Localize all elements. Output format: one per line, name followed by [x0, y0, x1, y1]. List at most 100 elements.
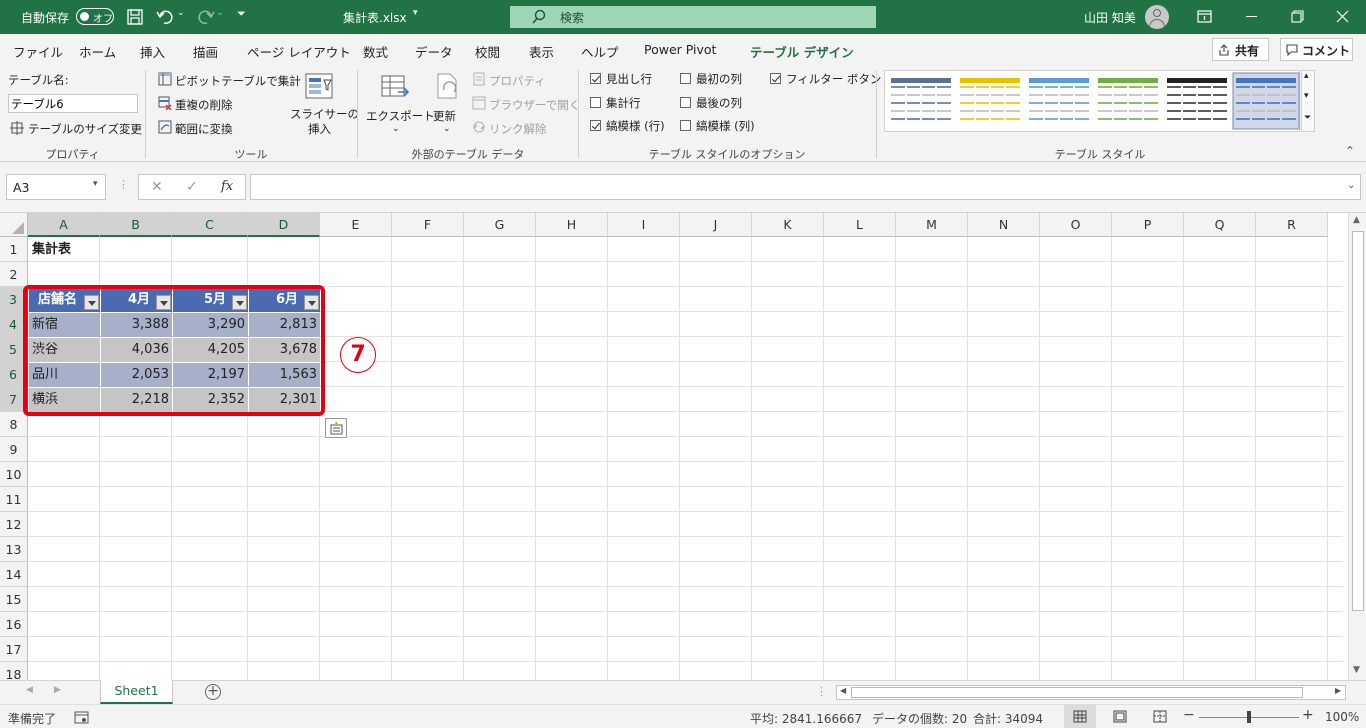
add-sheet-icon[interactable]: + [205, 684, 221, 700]
scroll-left-icon[interactable]: ◀ [840, 686, 846, 695]
collapse-ribbon-icon[interactable]: ⌃ [1345, 144, 1355, 158]
table-style-swatch[interactable] [1232, 72, 1300, 130]
header-row-checkbox[interactable]: 見出し行 [590, 71, 652, 87]
select-all-corner[interactable] [0, 213, 28, 237]
tab-power-pivot[interactable]: Power Pivot [644, 42, 716, 57]
quick-analysis-button[interactable] [325, 418, 347, 438]
column-header-k[interactable]: K [752, 213, 824, 237]
redo-dropdown-icon[interactable]: ⌄ [216, 8, 224, 18]
scroll-down-icon[interactable]: ▼ [1353, 665, 1360, 675]
row-header-17[interactable]: 17 [0, 637, 28, 662]
row-header-10[interactable]: 10 [0, 462, 28, 487]
customize-qat-icon[interactable]: ⏷ [237, 7, 246, 21]
column-header-l[interactable]: L [824, 213, 896, 237]
table-style-swatch[interactable] [891, 78, 951, 121]
horizontal-scrollbar[interactable]: ◀ ▶ [836, 685, 1346, 700]
column-header-q[interactable]: Q [1184, 213, 1256, 237]
column-header-e[interactable]: E [320, 213, 392, 237]
last-column-checkbox[interactable]: 最後の列 [680, 95, 742, 111]
row-header-13[interactable]: 13 [0, 537, 28, 562]
gallery-scroll[interactable]: ▴ ▾ ⏷ [1301, 70, 1315, 132]
column-header-o[interactable]: O [1040, 213, 1112, 237]
cancel-icon[interactable]: ✕ [151, 179, 163, 195]
tab-file[interactable]: ファイル [13, 42, 63, 61]
undo-icon[interactable] [156, 8, 176, 26]
file-name[interactable]: 集計表.xlsx [343, 9, 407, 26]
vertical-scroll-thumb[interactable] [1352, 231, 1364, 611]
save-icon[interactable] [126, 8, 144, 26]
refresh-button[interactable]: 更新 ⌄ [430, 70, 464, 140]
comment-button[interactable]: コメント [1280, 38, 1353, 61]
total-row-checkbox[interactable]: 集計行 [590, 95, 641, 111]
row-header-2[interactable]: 2 [0, 262, 28, 287]
sum-stat[interactable]: 合計: 34094 [973, 710, 1043, 727]
worksheet-grid[interactable]: ABCDEFGHIJKLMNOPQR 1 2 3 4 5 6 7 8 9 10 11 12 13 14 15… [0, 213, 1366, 680]
column-header-j[interactable]: J [680, 213, 752, 237]
column-header-p[interactable]: P [1112, 213, 1184, 237]
share-button[interactable]: 共有 [1212, 38, 1269, 61]
column-header-r[interactable]: R [1256, 213, 1328, 237]
insert-slicer-button[interactable]: スライサーの 挿入 [288, 70, 359, 140]
row-header-18[interactable]: 18 [0, 662, 28, 680]
column-header-b[interactable]: B [100, 213, 172, 237]
tab-data[interactable]: データ [415, 42, 453, 61]
insert-function-icon[interactable]: fx [221, 179, 233, 194]
tab-view[interactable]: 表示 [529, 42, 554, 61]
undo-dropdown-icon[interactable]: ⌄ [177, 8, 185, 18]
expand-formula-icon[interactable]: ⌄ [1347, 180, 1355, 191]
gallery-more-icon[interactable]: ⏷ [1304, 113, 1311, 123]
filter-button-checkbox[interactable]: フィルター ボタン [770, 71, 881, 87]
horizontal-scroll-thumb[interactable] [851, 687, 1303, 698]
row-header-8[interactable]: 8 [0, 412, 28, 437]
column-header-i[interactable]: I [608, 213, 680, 237]
enter-icon[interactable]: ✓ [186, 179, 198, 195]
avatar[interactable] [1145, 5, 1169, 29]
column-header-m[interactable]: M [896, 213, 968, 237]
tab-insert[interactable]: 挿入 [140, 42, 165, 61]
normal-view-button[interactable] [1064, 705, 1096, 728]
column-header-c[interactable]: C [172, 213, 248, 237]
zoom-out-icon[interactable]: − [1183, 707, 1195, 723]
gallery-down-icon[interactable]: ▾ [1304, 91, 1309, 101]
gallery-up-icon[interactable]: ▴ [1304, 71, 1309, 81]
sheet-tab-sheet1[interactable]: Sheet1 [100, 680, 173, 704]
tab-formulas[interactable]: 数式 [363, 42, 388, 61]
zoom-slider-thumb[interactable] [1247, 711, 1251, 723]
name-box[interactable]: A3 ▾ [6, 174, 106, 200]
sheet-title-cell[interactable]: 集計表 [29, 238, 100, 262]
tab-split-grip-icon[interactable]: ⋮ [816, 685, 827, 698]
zoom-in-icon[interactable]: + [1302, 707, 1314, 723]
formula-input[interactable]: ⌄ [250, 174, 1361, 200]
table-style-swatch[interactable] [1167, 78, 1227, 121]
page-layout-view-icon[interactable] [1113, 710, 1127, 723]
table-style-swatch[interactable] [960, 78, 1020, 121]
column-header-h[interactable]: H [536, 213, 608, 237]
tab-page-layout[interactable]: ページ レイアウト [247, 42, 351, 61]
tab-home[interactable]: ホーム [79, 42, 116, 61]
table-name-input[interactable] [8, 94, 138, 113]
count-stat[interactable]: データの個数: 20 [872, 710, 967, 727]
table-style-swatch[interactable] [1098, 78, 1158, 121]
row-header-15[interactable]: 15 [0, 587, 28, 612]
tab-review[interactable]: 校閲 [475, 42, 500, 61]
page-break-view-icon[interactable] [1153, 710, 1167, 723]
first-column-checkbox[interactable]: 最初の列 [680, 71, 742, 87]
minimize-icon[interactable] [1246, 16, 1257, 17]
tab-draw[interactable]: 描画 [193, 42, 218, 61]
column-header-d[interactable]: D [248, 213, 320, 237]
prev-sheet-icon[interactable]: ◀ [26, 685, 33, 695]
row-header-12[interactable]: 12 [0, 512, 28, 537]
ribbon-display-options-icon[interactable] [1197, 10, 1212, 23]
autosave-toggle[interactable]: オフ [76, 8, 114, 25]
redo-icon[interactable] [195, 8, 215, 26]
scroll-up-icon[interactable]: ▲ [1353, 215, 1360, 225]
column-header-f[interactable]: F [392, 213, 464, 237]
next-sheet-icon[interactable]: ▶ [54, 685, 61, 695]
style-swatches[interactable] [885, 71, 1301, 133]
filename-dropdown-icon[interactable]: ▾ [413, 8, 418, 18]
column-header-g[interactable]: G [464, 213, 536, 237]
scroll-right-icon[interactable]: ▶ [1335, 686, 1341, 695]
macro-record-icon[interactable] [74, 711, 90, 724]
banded-rows-checkbox[interactable]: 縞模様 (行) [590, 118, 665, 134]
user-name[interactable]: 山田 知美 [1084, 9, 1136, 26]
